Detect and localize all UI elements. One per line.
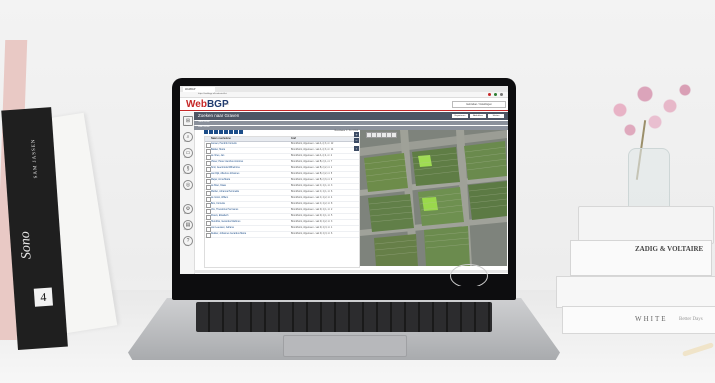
row-grave-cell: Bronkhorst, Algemeen - vak B, rij 1, nr.…: [291, 161, 333, 163]
row-grave-cell: Bronkhorst, Algemeen - vak B, rij 2, nr.…: [291, 167, 333, 169]
extension-icon[interactable]: [488, 93, 491, 96]
row-name-link[interactable]: de Groot, Willem: [211, 196, 228, 201]
results-table: Naam overledene Graf Jansen, Hendrik Cor…: [204, 136, 360, 268]
flowers: [600, 78, 700, 158]
refresh-icon[interactable]: [234, 130, 238, 134]
row-grave-cell: Bronkhorst, Algemeen - vak C, rij 2, nr.…: [291, 197, 333, 199]
row-name-link[interactable]: Jansen, Hendrik Cornelis: [211, 142, 237, 147]
row-grave-cell: Bronkhorst, Algemeen - vak D, rij 1, nr.…: [291, 209, 333, 211]
table-row[interactable]: Dekker, Johannes Gerardus Maria Bronkhors…: [205, 232, 359, 238]
user-settings-button[interactable]: Gebruiker / Instellingen: [452, 101, 506, 108]
row-checkbox[interactable]: [206, 233, 211, 238]
book-title: Sono: [17, 230, 35, 260]
columns-icon[interactable]: [229, 130, 233, 134]
row-grave-cell: Bronkhorst, Algemeen - vak A, rij 3, nr.…: [291, 149, 334, 151]
page-title: Zoeken naar Graven: [198, 113, 240, 118]
glass-vase: [628, 148, 670, 212]
header-divider: [180, 110, 508, 112]
row-grave-cell: Bronkhorst, Algemeen - vak A, rij 4, nr.…: [291, 155, 332, 157]
row-name-link[interactable]: Bakker, Maria: [211, 148, 225, 153]
section-label-table: Tabel tonen: [198, 121, 210, 123]
column-header-grave[interactable]: Graf: [291, 137, 296, 141]
row-name-link[interactable]: van Dijk, Albertus Johannes: [211, 172, 239, 177]
book-author: SAM JASSEN: [31, 138, 40, 179]
right-book-top: [578, 206, 714, 244]
address-bar[interactable]: https://webbgp.nl/cadastre/list: [180, 92, 508, 98]
row-name-link[interactable]: Hendriks, Gerardus Martinus: [211, 220, 240, 225]
row-checkbox[interactable]: [206, 221, 211, 226]
row-checkbox[interactable]: [206, 167, 211, 172]
watermark-logo: [450, 264, 488, 286]
fullscreen-icon[interactable]: ▫: [354, 146, 359, 151]
menu-icon[interactable]: [500, 93, 503, 96]
row-name-link[interactable]: Mulder, Johanna Petronella: [211, 190, 239, 195]
row-checkbox[interactable]: [206, 161, 211, 166]
section-bar-table[interactable]: [194, 121, 508, 125]
profile-icon[interactable]: [494, 93, 497, 96]
zoom-in-icon[interactable]: +: [354, 132, 359, 137]
filter-icon[interactable]: [224, 130, 228, 134]
close-button[interactable]: Sluiten: [488, 114, 504, 118]
row-name-link[interactable]: Peters, Elisabeth: [211, 214, 228, 219]
row-checkbox[interactable]: [206, 215, 211, 220]
url-text[interactable]: https://webbgp.nl/cadastre/list: [198, 92, 398, 96]
book-number: 4: [33, 287, 53, 307]
row-name-link[interactable]: Bos, Cornelia: [211, 202, 225, 207]
row-checkbox[interactable]: [206, 173, 211, 178]
app-version: 5.0: [225, 103, 229, 106]
row-grave-cell: Bronkhorst, Algemeen - vak D, rij 3, nr.…: [291, 233, 333, 235]
row-name-link[interactable]: Smit, Geertruida Wilhelmina: [211, 166, 240, 171]
row-grave-cell: Bronkhorst, Algemeen - vak D, rij 3, nr.…: [291, 227, 333, 229]
export-button[interactable]: Exporteren: [452, 114, 468, 118]
trackpad: [283, 335, 407, 357]
aerial-map-image: [360, 130, 507, 266]
row-checkbox[interactable]: [206, 227, 211, 232]
row-name-link[interactable]: Vos, Theodorus Hermanus: [211, 208, 238, 213]
row-checkbox[interactable]: [206, 203, 211, 208]
row-checkbox[interactable]: [206, 197, 211, 202]
row-name-link[interactable]: de Vries, Jan: [211, 154, 224, 159]
cemetery-map[interactable]: [360, 130, 507, 266]
row-name-link[interactable]: Dekker, Johannes Gerardus Maria: [211, 232, 246, 237]
side-rail: ⊞ Home ⌕ Zoeken ▭ Graven § Rechten ◎ Kaa…: [180, 112, 195, 286]
zoom-out-icon[interactable]: −: [354, 138, 359, 143]
row-grave-cell: Bronkhorst, Algemeen - vak D, rij 1, nr.…: [291, 215, 333, 217]
row-grave-cell: Bronkhorst, Algemeen - vak C, rij 1, nr.…: [291, 191, 333, 193]
next-page-icon[interactable]: [214, 130, 218, 134]
print-button[interactable]: Afdrukken: [470, 114, 486, 118]
prev-page-icon[interactable]: [209, 130, 213, 134]
row-name-link[interactable]: Visser, Pieter Jacobus Antonius: [211, 160, 243, 165]
download-icon[interactable]: [239, 130, 243, 134]
row-grave-cell: Bronkhorst, Algemeen - vak C, rij 1, nr.…: [291, 185, 333, 187]
app-logo[interactable]: WebBGP: [186, 99, 229, 110]
laptop-screen: WebBGP https://webbgp.nl/cadastre/list W…: [180, 86, 508, 286]
row-checkbox[interactable]: [206, 143, 211, 148]
right-book-middle: [556, 276, 715, 308]
row-grave-cell: Bronkhorst, Algemeen - vak B, rij 2, nr.…: [291, 173, 333, 175]
list-toolbar: Resultaten 1 - 20 / 2313: [204, 130, 358, 135]
info-icon[interactable]: [391, 132, 397, 138]
first-page-icon[interactable]: [204, 130, 208, 134]
row-checkbox[interactable]: [206, 149, 211, 154]
row-grave-cell: Bronkhorst, Algemeen - vak B, rij 3, nr.…: [291, 179, 333, 181]
last-page-icon[interactable]: [219, 130, 223, 134]
right-book-spine: ZADIG & VOLTAIRE: [570, 240, 712, 276]
row-grave-cell: Bronkhorst, Algemeen - vak C, rij 2, nr.…: [291, 203, 333, 205]
row-checkbox[interactable]: [206, 209, 211, 214]
keyboard: [196, 302, 492, 332]
row-checkbox[interactable]: [206, 191, 211, 196]
row-name-link[interactable]: de Boer, Klaas: [211, 184, 226, 189]
row-checkbox[interactable]: [206, 155, 211, 160]
row-grave-cell: Bronkhorst, Algemeen - vak A, rij 3, nr.…: [291, 143, 334, 145]
row-grave-cell: Bronkhorst, Algemeen - vak D, rij 2, nr.…: [291, 221, 333, 223]
section-label-map: Kaart tonen: [198, 126, 210, 128]
right-book-bottom: WHITE Better Days: [562, 306, 715, 334]
row-checkbox[interactable]: [206, 179, 211, 184]
row-name-link[interactable]: van Leeuwen, Adriana: [211, 226, 234, 231]
row-name-link[interactable]: Meijer, Anna Maria: [211, 178, 230, 183]
row-checkbox[interactable]: [206, 185, 211, 190]
column-header-name[interactable]: Naam overledene: [211, 137, 231, 141]
